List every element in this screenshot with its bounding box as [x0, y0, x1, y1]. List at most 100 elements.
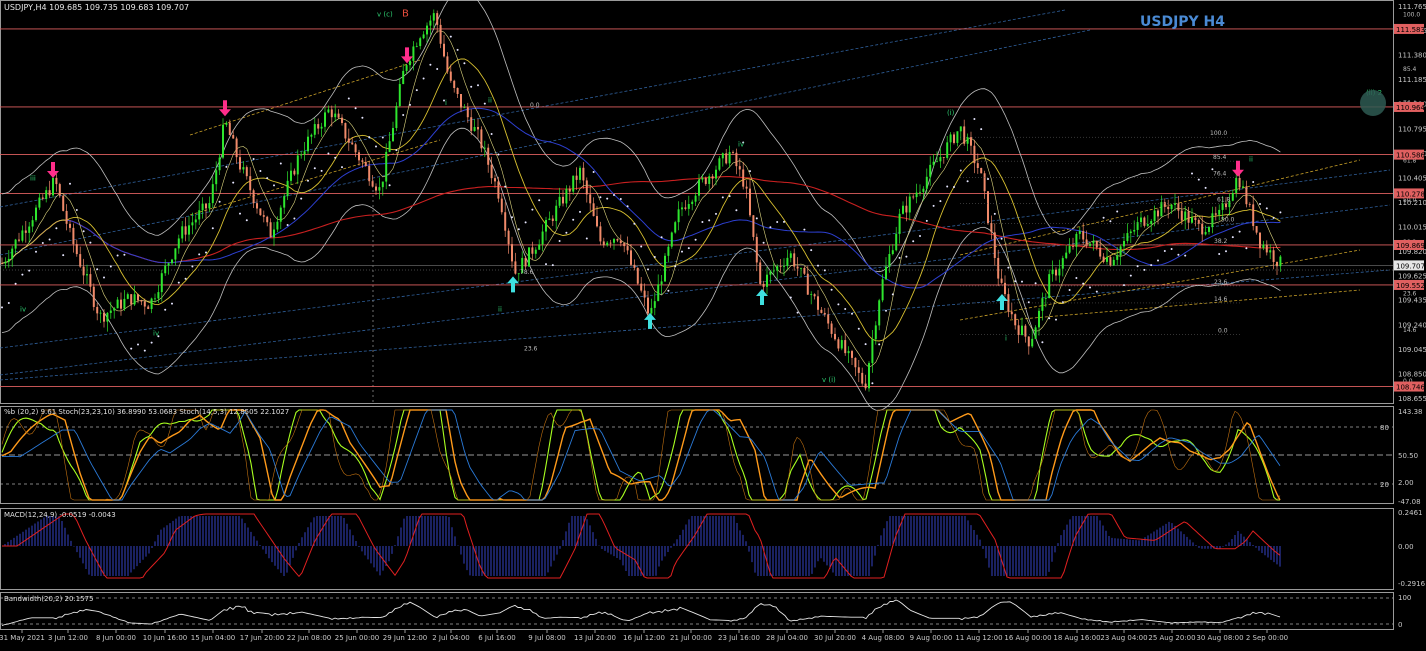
- sar-dot: [524, 221, 527, 224]
- candle-body: [786, 257, 789, 267]
- sar-dot: [1082, 282, 1085, 285]
- candle-body: [976, 163, 979, 168]
- candle-body: [330, 109, 333, 118]
- sar-dot: [755, 217, 758, 220]
- candle-body: [222, 124, 224, 158]
- candle-body: [256, 203, 258, 209]
- candle-body: [249, 176, 252, 191]
- macd-axis-top: 0.2461: [1398, 509, 1423, 517]
- price-tick: 108.655: [1398, 395, 1426, 403]
- candle-body: [749, 188, 751, 216]
- wave-label: i: [1005, 335, 1007, 343]
- sar-dot: [415, 89, 418, 92]
- sar-dot: [137, 343, 139, 346]
- candle-body: [368, 165, 371, 182]
- time-label: 25 Aug 20:00: [1148, 634, 1195, 642]
- candle-body: [198, 210, 201, 220]
- candle-body: [1038, 310, 1040, 328]
- sar-dot: [592, 170, 595, 173]
- candle-body: [966, 137, 969, 144]
- candle-body: [1269, 250, 1272, 253]
- sar-dot: [89, 241, 92, 244]
- candle-body: [116, 299, 119, 309]
- sar-dot: [1034, 282, 1037, 285]
- candle-body: [62, 195, 65, 211]
- candle-body: [1112, 259, 1115, 266]
- time-label: 21 Jul 00:00: [670, 634, 712, 642]
- sar-dot: [640, 245, 643, 248]
- candle-body: [133, 294, 136, 305]
- candle-body: [327, 109, 330, 113]
- candle-body: [861, 372, 864, 384]
- sar-dot: [558, 239, 561, 242]
- parabolic-sar: [1, 35, 1282, 385]
- candle-body: [307, 136, 309, 152]
- candle-body: [395, 105, 398, 128]
- candle-body: [1272, 250, 1275, 262]
- sar-dot: [259, 170, 262, 173]
- sar-dot: [674, 265, 677, 268]
- time-label: 16 Aug 00:00: [1004, 634, 1051, 642]
- candle-body: [585, 180, 588, 195]
- candle-body: [953, 134, 955, 143]
- sar-dot: [966, 180, 969, 183]
- price-axis[interactable]: 111.765111.575111.380111.185110.990110.7…: [1394, 3, 1426, 403]
- sar-dot: [1272, 216, 1275, 219]
- sar-dot: [681, 250, 683, 253]
- candle-body: [647, 297, 649, 314]
- fib-label: 100.0: [1210, 130, 1227, 137]
- candle-body: [174, 248, 177, 260]
- fib-label: 61.8: [1217, 196, 1231, 203]
- candle-body: [1061, 258, 1064, 269]
- candle-body: [446, 56, 449, 72]
- candle-body: [259, 208, 262, 216]
- candle-body: [864, 383, 867, 389]
- chart-window[interactable]: 0.0 23.6 78.6 100.0 85.4 76.4 61.8 50.0 38.2 23.6…: [0, 0, 1426, 647]
- candle-body: [1140, 217, 1142, 223]
- price-tick: 108.850: [1398, 370, 1426, 378]
- candle-body: [803, 267, 806, 274]
- candle-body: [1004, 282, 1006, 295]
- candle-body: [473, 126, 476, 131]
- sar-dot: [891, 293, 894, 296]
- candle-body: [973, 145, 976, 164]
- sar-dot: [1095, 290, 1098, 293]
- level-tag-label: 109.552: [1396, 282, 1425, 290]
- time-axis[interactable]: 31 May 2021 3 Jun 12:00 8 Jun 00:00 10 Jun …: [0, 630, 1288, 642]
- candle-body: [1000, 278, 1003, 283]
- candle-body: [677, 209, 680, 223]
- candle-body: [4, 261, 7, 264]
- candle-body: [572, 175, 575, 192]
- time-label: 30 Jul 20:00: [814, 634, 856, 642]
- candle-body: [320, 126, 323, 129]
- sar-dot: [1191, 172, 1193, 175]
- bandwidth-label: Bandwidth(20,2) 20.1575: [4, 595, 94, 603]
- sar-dot: [470, 85, 473, 88]
- candle-body: [687, 204, 690, 209]
- sar-dot: [1204, 186, 1207, 189]
- sar-dot: [225, 165, 228, 168]
- sar-dot: [463, 62, 466, 65]
- candle-body: [834, 333, 836, 340]
- candle-body: [490, 164, 493, 179]
- sar-dot: [252, 158, 255, 161]
- candle-body: [630, 250, 632, 265]
- candle-body: [766, 274, 768, 287]
- candle-body: [640, 283, 643, 291]
- candle-body: [769, 271, 772, 275]
- sar-dot: [103, 276, 105, 279]
- candle-body: [565, 188, 568, 204]
- sar-dot: [579, 210, 581, 213]
- time-label: 23 Jul 16:00: [718, 634, 760, 642]
- time-label: 31 May 2021: [0, 634, 45, 642]
- candle-body: [691, 201, 694, 205]
- sar-dot: [857, 327, 860, 330]
- sar-dot: [300, 197, 303, 200]
- time-label: 3 Jun 12:00: [48, 634, 88, 642]
- macd-axis-zero: 0.00: [1398, 543, 1414, 551]
- sar-dot: [239, 212, 241, 215]
- candle-body: [524, 257, 527, 267]
- osc-axis-low: 2.00: [1398, 479, 1414, 487]
- bw-axis-top: 100: [1398, 594, 1411, 602]
- candle-body: [1068, 245, 1071, 253]
